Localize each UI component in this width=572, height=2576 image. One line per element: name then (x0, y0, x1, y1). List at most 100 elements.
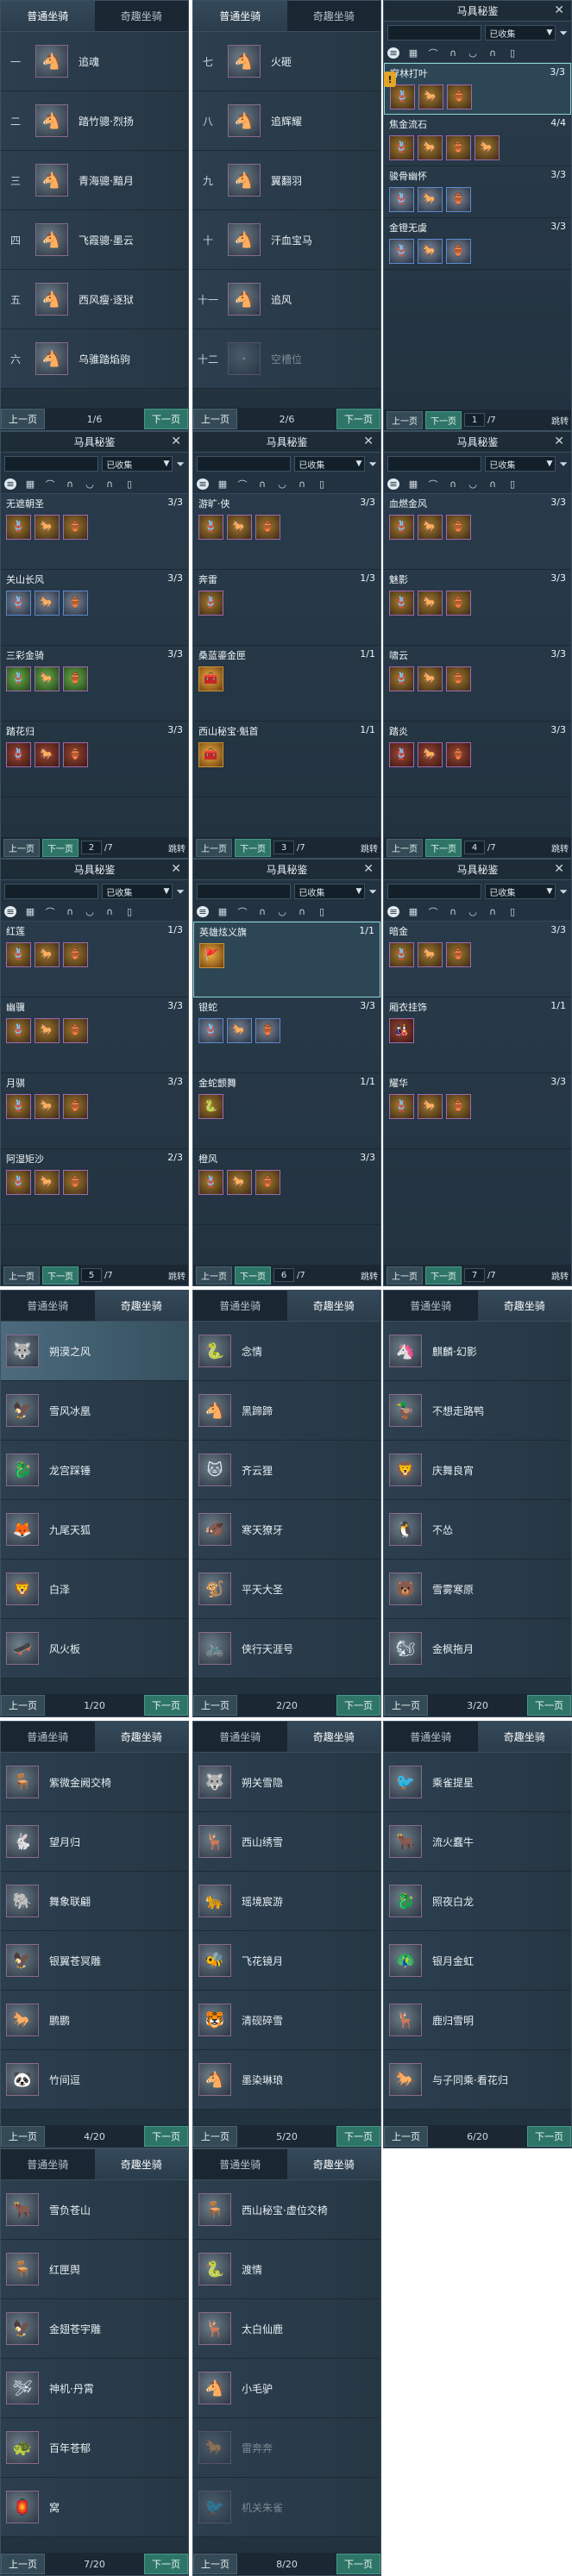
fun-mount-row[interactable]: 🪑 红匣舆 (1, 2240, 188, 2299)
rein-icon[interactable]: ◡ (84, 906, 96, 917)
stirrup-icon[interactable]: ∩ (104, 906, 116, 917)
prev-page-button[interactable]: 上一页 (196, 1266, 232, 1285)
next-page-button[interactable]: 下一页 (42, 1266, 79, 1285)
close-icon[interactable]: ✕ (171, 435, 181, 448)
list-icon[interactable]: ≡ (197, 906, 209, 917)
prev-page-button[interactable]: 上一页 (1, 2554, 45, 2574)
harness-item-icon[interactable]: 🏺 (63, 1094, 88, 1119)
harness-set[interactable]: 阿湿矩沙 2/3 🪢 🐎 🏺 (1, 1149, 188, 1225)
next-page-button[interactable]: 下一页 (235, 838, 271, 857)
stirrup-icon[interactable]: ∩ (104, 478, 116, 490)
next-page-button[interactable]: 下一页 (527, 1695, 571, 1716)
fun-mount-row[interactable]: 🦌 鹿归雪明 (384, 1991, 571, 2050)
bridle-icon[interactable]: ∩ (64, 906, 76, 917)
harness-item-icon[interactable]: 🐎 (35, 1170, 60, 1195)
harness-item-icon[interactable]: 🪢 (389, 515, 414, 540)
harness-set[interactable]: 西山秘宝·魁首 1/1 🧰 (193, 722, 380, 797)
fun-mount-row[interactable]: 🦅 雪风冰凰 (1, 1381, 188, 1441)
harness-item-icon[interactable]: 🏺 (63, 1170, 88, 1195)
harness-set[interactable]: 血燃金风 3/3 🪢 🐎 🏺 (384, 494, 571, 570)
harness-item-icon[interactable]: 🐎 (227, 515, 252, 540)
prev-page-button[interactable]: 上一页 (193, 1695, 237, 1716)
harness-set[interactable]: 幽骥 3/3 🪢 🐎 🏺 (1, 997, 188, 1073)
harness-item-icon[interactable]: 🏺 (446, 515, 471, 540)
harness-item-icon[interactable]: 🐎 (35, 742, 60, 767)
fun-mount-row[interactable]: 🦌 太白仙鹿 (193, 2299, 380, 2359)
fun-mount-row[interactable]: 🐆 瑶境宸游 (193, 1872, 380, 1931)
page-number-input[interactable]: 2 (81, 841, 102, 854)
fun-mount-row[interactable]: 🦅 银翼苍冥雕 (1, 1931, 188, 1991)
mount-row[interactable]: 十 🐴 汗血宝马 (193, 210, 380, 270)
collected-filter-select[interactable]: 已收集 ▼ (485, 456, 556, 472)
collected-filter-select[interactable]: 已收集 ▼ (485, 25, 556, 41)
harness-item-icon[interactable]: 🐎 (418, 135, 443, 160)
fun-mount-row[interactable]: 🐒 平天大圣 (193, 1560, 380, 1619)
close-icon[interactable]: ✕ (554, 3, 564, 17)
fun-mount-row[interactable]: 🦄 麒麟·幻影 (384, 1322, 571, 1381)
fun-mount-row[interactable]: 🦅 金翅苍宇雕 (1, 2299, 188, 2359)
fun-mount-row[interactable]: 🐻 雪雾寒原 (384, 1560, 571, 1619)
collected-filter-select[interactable]: 已收集 ▼ (102, 884, 173, 899)
fun-mount-row[interactable]: 🐉 照夜白龙 (384, 1872, 571, 1931)
harness-item-icon[interactable]: 🪢 (6, 591, 31, 616)
fun-mount-row[interactable]: 🦚 银月金虹 (384, 1931, 571, 1991)
harness-item-icon[interactable]: 🏺 (446, 591, 471, 616)
fun-mount-row[interactable]: 🪑 紫微金阙交椅 (1, 1753, 188, 1812)
list-icon[interactable]: ≡ (4, 906, 16, 917)
search-input[interactable] (387, 884, 482, 899)
ornament-icon[interactable]: ▯ (506, 47, 519, 59)
tab-normal-mounts[interactable]: 普通坐骑 (1, 1291, 95, 1321)
fun-mount-row[interactable]: 🐎 与子同乘·看花归 (384, 2050, 571, 2110)
harness-set[interactable]: 红莲 1/3 🪢 🐎 🏺 (1, 922, 188, 997)
fun-mount-row[interactable]: 🦁 庆舞良宵 (384, 1441, 571, 1500)
harness-item-icon[interactable]: 🪢 (389, 666, 414, 691)
fun-mount-row[interactable]: 🐴 小毛驴 (193, 2359, 380, 2418)
harness-item-icon[interactable]: 🏺 (63, 591, 88, 616)
tab-fun-mounts[interactable]: 奇趣坐骑 (477, 1291, 571, 1321)
harness-item-icon[interactable]: 🪢 (389, 187, 414, 212)
mount-row[interactable]: 四 🐴 飞霞骢·墨云 (1, 210, 188, 270)
harness-item-icon[interactable]: 🏺 (63, 742, 88, 767)
harness-set[interactable]: 银蛇 3/3 🪢 🐎 🏺 (193, 997, 380, 1073)
prev-page-button[interactable]: 上一页 (193, 2126, 237, 2147)
next-page-button[interactable]: 下一页 (425, 410, 462, 429)
stirrup-icon[interactable]: ∩ (296, 478, 308, 490)
tab-normal-mounts[interactable]: 普通坐骑 (1, 2149, 95, 2179)
rein-icon[interactable]: ◡ (467, 906, 479, 917)
harness-item-icon[interactable]: 🪢 (390, 84, 415, 109)
tab-normal-mounts[interactable]: 普通坐骑 (193, 1, 287, 31)
list-icon[interactable]: ≡ (387, 906, 399, 917)
harness-item-icon[interactable]: 🪢 (6, 1094, 31, 1119)
list-icon[interactable]: ≡ (197, 478, 209, 490)
prev-page-button[interactable]: 上一页 (387, 1266, 423, 1285)
harness-item-icon[interactable]: 🐎 (227, 1170, 252, 1195)
harness-item-icon[interactable]: 🪢 (6, 742, 31, 767)
harness-item-icon[interactable]: 🏺 (446, 666, 471, 691)
tab-fun-mounts[interactable]: 奇趣坐骑 (95, 1, 189, 31)
harness-set[interactable]: 焦金流石 4/4 🪢 🐎 🏺 🐎 (384, 115, 571, 166)
mount-row[interactable]: 二 🐴 踏竹骢·烈扬 (1, 91, 188, 151)
harness-item-icon[interactable]: 🐍 (198, 1094, 223, 1119)
funnel-icon[interactable]: ⏷ (559, 458, 568, 471)
page-number-input[interactable]: 7 (464, 1268, 485, 1282)
prev-page-button[interactable]: 上一页 (1, 2126, 45, 2147)
tab-normal-mounts[interactable]: 普通坐骑 (193, 2149, 287, 2179)
fun-mount-row[interactable]: 🦌 西山绣雪 (193, 1812, 380, 1872)
harness-item-icon[interactable]: 🪢 (6, 942, 31, 967)
next-page-button[interactable]: 下一页 (336, 2554, 380, 2574)
bridle-icon[interactable]: ∩ (447, 47, 459, 59)
mount-row[interactable]: 十二 · 空槽位 (193, 329, 380, 389)
tab-fun-mounts[interactable]: 奇趣坐骑 (94, 1722, 188, 1752)
funnel-icon[interactable]: ⏷ (368, 458, 377, 471)
rein-icon[interactable]: ◡ (467, 47, 479, 59)
harness-item-icon[interactable]: 🐎 (418, 84, 443, 109)
tab-fun-mounts[interactable]: 奇趣坐骑 (94, 1291, 188, 1321)
harness-set[interactable]: 耀华 3/3 🪢 🐎 🏺 (384, 1073, 571, 1149)
fun-mount-row[interactable]: 🚲 侠行天涯号 (193, 1619, 380, 1679)
harness-item-icon[interactable]: 🏺 (446, 239, 471, 264)
jump-button[interactable]: 跳转 (551, 1269, 569, 1282)
next-page-button[interactable]: 下一页 (235, 1266, 271, 1285)
funnel-icon[interactable]: ⏷ (559, 27, 568, 40)
harness-item-icon[interactable]: 🪢 (389, 942, 414, 967)
harness-item-icon[interactable]: 🏺 (255, 1170, 280, 1195)
